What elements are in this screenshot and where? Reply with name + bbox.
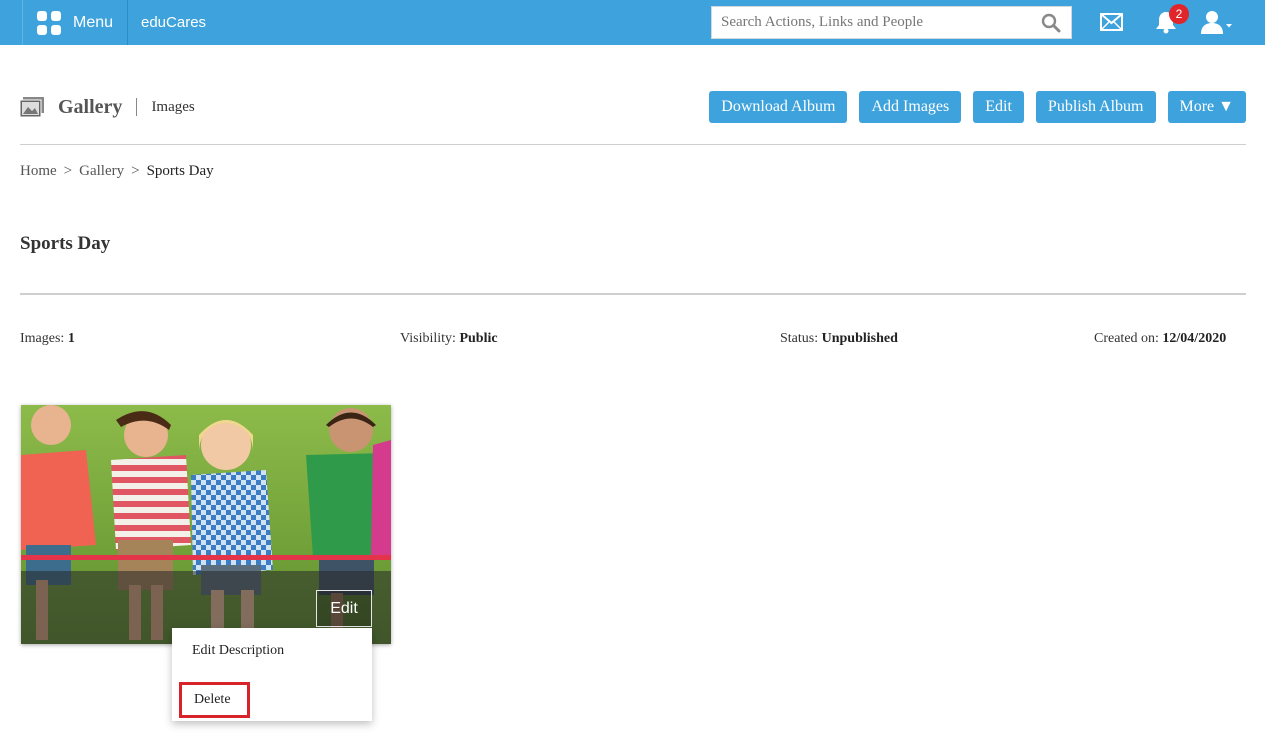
search-icon[interactable] — [1041, 13, 1061, 33]
user-icon[interactable] — [1200, 10, 1234, 34]
meta-created-label: Created on: — [1094, 331, 1159, 346]
image-edit-menu: Edit Description Delete — [172, 628, 372, 721]
notification-badge: 2 — [1169, 4, 1189, 24]
album-actions: Download Album Add Images Edit Publish A… — [709, 91, 1246, 123]
meta-images-value: 1 — [67, 331, 75, 346]
breadcrumb-separator: > — [131, 163, 140, 179]
breadcrumb-current: Sports Day — [146, 163, 214, 179]
top-navbar: Menu eduCares 2 — [0, 0, 1265, 45]
edit-album-button[interactable]: Edit — [973, 91, 1024, 123]
gallery-icon — [20, 97, 44, 117]
meta-images-label: Images: — [20, 331, 65, 346]
breadcrumb-gallery[interactable]: Gallery — [79, 163, 124, 180]
breadcrumb-home[interactable]: Home — [20, 163, 57, 180]
meta-status: Status: Unpublished — [780, 331, 898, 347]
meta-visibility-label: Visibility: — [400, 331, 456, 346]
album-title: Sports Day — [20, 233, 111, 254]
chevron-down-icon — [1226, 24, 1232, 28]
meta-visibility-value: Public — [459, 331, 498, 346]
page-title: Gallery — [58, 95, 123, 118]
search-input[interactable] — [712, 7, 1032, 38]
title-separator — [136, 98, 138, 116]
breadcrumb: Home > Gallery > Sports Day — [20, 163, 214, 180]
meta-status-label: Status: — [780, 331, 819, 346]
download-album-button[interactable]: Download Album — [709, 91, 848, 123]
image-edit-button[interactable]: Edit — [316, 590, 372, 627]
more-button[interactable]: More ▼ — [1167, 91, 1246, 123]
page-subtitle: Images — [151, 98, 195, 115]
menu-button[interactable]: Menu — [22, 0, 128, 45]
mail-icon[interactable] — [1100, 13, 1123, 31]
menu-label: Menu — [73, 13, 114, 31]
image-card[interactable]: Edit — [21, 405, 391, 644]
album-divider — [20, 293, 1246, 295]
header-divider — [20, 144, 1246, 145]
grid-icon — [37, 10, 61, 35]
meta-created-value: 12/04/2020 — [1162, 331, 1227, 346]
breadcrumb-separator: > — [63, 163, 73, 179]
meta-images: Images: 1 — [20, 331, 75, 347]
delete-menu-item[interactable]: Delete — [179, 682, 250, 718]
meta-status-value: Unpublished — [821, 331, 898, 346]
page-header: Gallery Images — [20, 91, 195, 123]
publish-album-button[interactable]: Publish Album — [1035, 91, 1156, 123]
search-box — [711, 6, 1072, 39]
brand-name[interactable]: eduCares — [141, 14, 206, 31]
meta-created: Created on: 12/04/2020 — [1094, 331, 1226, 347]
meta-visibility: Visibility: Public — [400, 331, 498, 347]
add-images-button[interactable]: Add Images — [859, 91, 962, 123]
edit-description-menu-item[interactable]: Edit Description — [192, 643, 284, 659]
